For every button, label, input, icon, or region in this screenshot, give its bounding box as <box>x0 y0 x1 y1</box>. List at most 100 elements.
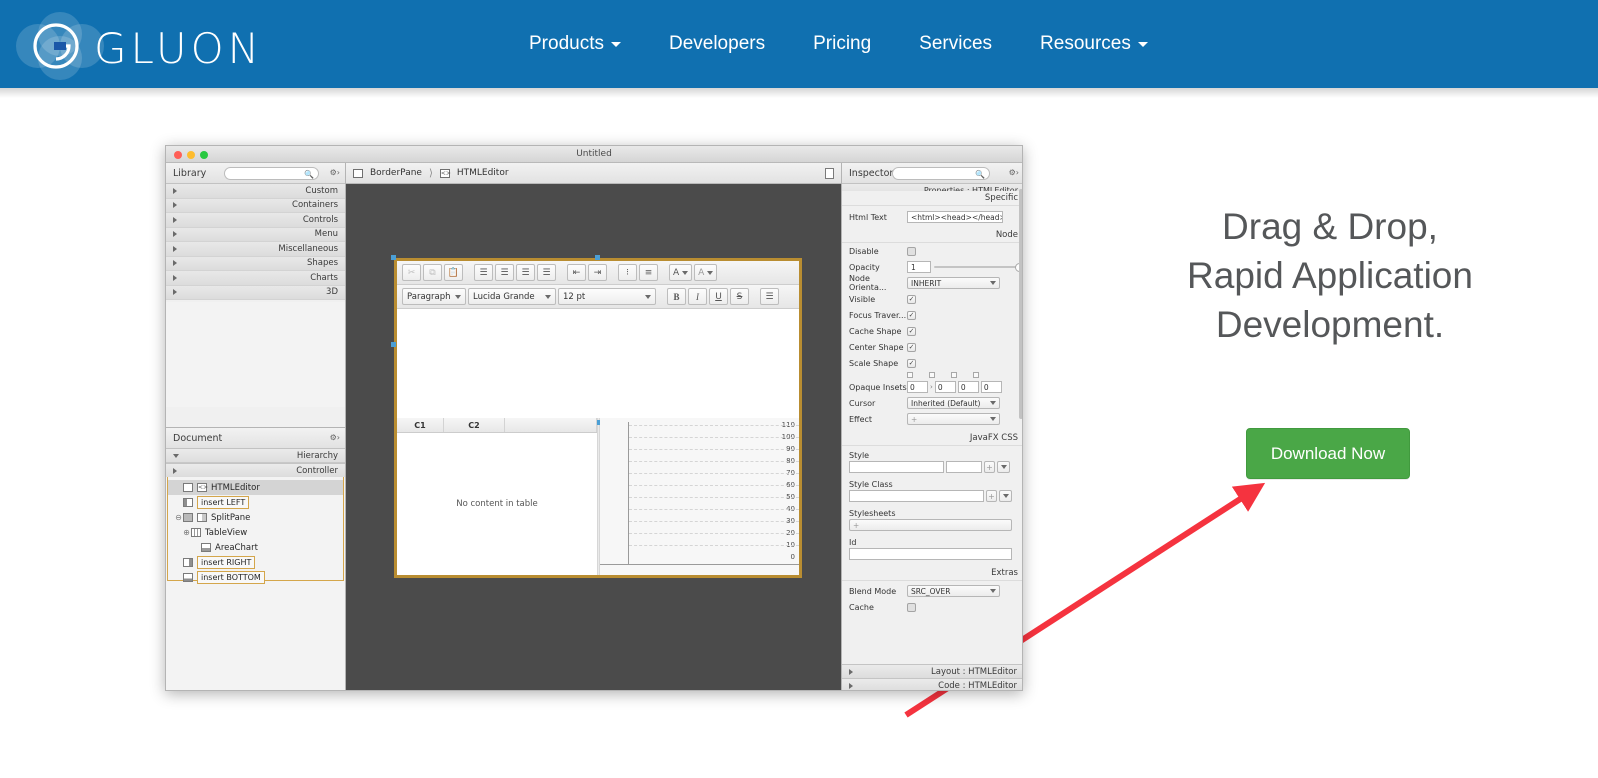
text-color-dropdown[interactable]: A <box>669 264 693 281</box>
tableview-node[interactable]: C1 C2 No content in table <box>397 418 597 575</box>
effect-select[interactable]: + <box>907 413 1000 425</box>
opacity-value[interactable]: 1 <box>907 261 931 273</box>
strikethrough-button[interactable]: S <box>730 288 749 305</box>
disable-checkbox[interactable] <box>907 246 916 256</box>
opaque-insets-right[interactable]: 0 <box>934 381 956 393</box>
borderpane-root-node[interactable]: ✂ ⧉ 📋 ☰ ☰ ☰ ☰ ⇤ ⇥ ⁝ ≡ A A Paragraph Luci… <box>391 255 802 578</box>
nav-item-pricing[interactable]: Pricing <box>789 0 895 88</box>
nav-item-services[interactable]: Services <box>895 0 1016 88</box>
insets-link-icon[interactable] <box>951 372 957 378</box>
tree-item-insert-bottom[interactable]: insert BOTTOM <box>168 570 343 585</box>
font-family-select[interactable]: Lucida Grande <box>468 288 556 305</box>
tree-item-areachart[interactable]: AreaChart <box>168 540 343 555</box>
scrollbar-thumb[interactable] <box>1019 189 1022 419</box>
expand-twisty-icon[interactable]: ⊕ <box>182 528 191 537</box>
cut-icon[interactable]: ✂ <box>402 264 421 281</box>
document-icon[interactable] <box>825 168 834 179</box>
paste-icon[interactable]: 📋 <box>444 264 463 281</box>
gear-icon[interactable]: ⚙› <box>330 168 340 177</box>
bold-button[interactable]: B <box>667 288 686 305</box>
align-right-icon[interactable]: ☰ <box>516 264 535 281</box>
resize-handle-ml[interactable] <box>391 342 396 347</box>
highlight-color-dropdown[interactable]: A <box>694 264 718 281</box>
inspector-scrollbar[interactable] <box>1019 189 1022 659</box>
copy-icon[interactable]: ⧉ <box>423 264 442 281</box>
cache-checkbox[interactable] <box>907 602 916 612</box>
areachart-node[interactable]: 110 100 90 80 70 60 50 40 30 20 10 0 <box>600 418 799 575</box>
htmleditor-node[interactable]: ✂ ⧉ 📋 ☰ ☰ ☰ ☰ ⇤ ⇥ ⁝ ≡ A A Paragraph Luci… <box>397 261 799 418</box>
opaque-insets-top[interactable]: 0 <box>907 381 928 393</box>
cache-shape-checkbox[interactable]: ✓ <box>907 326 916 336</box>
tree-item-splitpane[interactable]: ⊖ SplitPane <box>168 510 343 525</box>
style-dropdown-button[interactable] <box>997 461 1010 473</box>
nav-item-products[interactable]: Products <box>505 0 645 88</box>
table-column-c2[interactable]: C2 <box>444 418 505 432</box>
library-section-shapes[interactable]: Shapes <box>166 256 345 271</box>
opaque-insets-bottom[interactable]: 0 <box>957 381 979 393</box>
insets-link-icon[interactable] <box>973 372 979 378</box>
library-section-custom[interactable]: Custom <box>166 184 345 199</box>
library-section-controls[interactable]: Controls <box>166 213 345 228</box>
gear-icon[interactable]: ⚙› <box>1009 168 1019 177</box>
splitpane-node[interactable]: C1 C2 No content in table 110 100 90 80 … <box>397 418 799 575</box>
inspector-search-input[interactable]: 🔍 <box>892 167 990 180</box>
style-class-dropdown-button[interactable] <box>999 490 1012 502</box>
underline-button[interactable]: U <box>709 288 728 305</box>
align-justify-icon[interactable]: ☰ <box>537 264 556 281</box>
numbered-list-icon[interactable]: ≡ <box>639 264 658 281</box>
table-column-empty[interactable] <box>505 418 597 432</box>
library-section-miscellaneous[interactable]: Miscellaneous <box>166 242 345 257</box>
layout-bar[interactable]: Layout : HTMLEditor <box>842 664 1022 678</box>
library-section-3d[interactable]: 3D <box>166 285 345 300</box>
library-search-input[interactable]: 🔍 <box>224 167 319 180</box>
cursor-select[interactable]: Inherited (Default) <box>907 397 1000 409</box>
tree-item-htmleditor[interactable]: <> HTMLEditor <box>168 480 343 495</box>
resize-handle-tc[interactable] <box>595 255 600 260</box>
paragraph-style-select[interactable]: Paragraph <box>402 288 466 305</box>
visible-checkbox[interactable]: ✓ <box>907 294 916 304</box>
style-value-input[interactable] <box>946 461 982 473</box>
nav-item-developers[interactable]: Developers <box>645 0 789 88</box>
nav-item-resources[interactable]: Resources <box>1016 0 1172 88</box>
style-input[interactable] <box>849 461 944 473</box>
style-class-input[interactable] <box>849 490 984 502</box>
id-input[interactable] <box>849 548 1012 560</box>
library-section-charts[interactable]: Charts <box>166 271 345 286</box>
brand-logo[interactable]: GLUON <box>10 8 270 80</box>
collapse-twisty-icon[interactable]: ⊖ <box>174 513 183 522</box>
design-canvas[interactable]: ✂ ⧉ 📋 ☰ ☰ ☰ ☰ ⇤ ⇥ ⁝ ≡ A A Paragraph Luci… <box>346 184 841 690</box>
download-now-button[interactable]: Download Now <box>1246 428 1410 479</box>
opaque-insets-left[interactable]: 0 <box>980 381 1002 393</box>
italic-button[interactable]: I <box>688 288 707 305</box>
hierarchy-subheader[interactable]: Hierarchy <box>166 449 345 463</box>
table-column-c1[interactable]: C1 <box>397 418 444 432</box>
stylesheets-add-button[interactable]: + <box>849 519 1012 531</box>
outdent-icon[interactable]: ⇤ <box>567 264 586 281</box>
center-shape-checkbox[interactable]: ✓ <box>907 342 916 352</box>
tree-item-insert-right[interactable]: insert RIGHT <box>168 555 343 570</box>
align-extra-icon[interactable]: ☰ <box>760 288 779 305</box>
align-left-icon[interactable]: ☰ <box>474 264 493 281</box>
insets-link-icon[interactable] <box>929 372 935 378</box>
controller-bar[interactable]: Controller <box>166 463 345 477</box>
tree-item-tableview[interactable]: ⊕ TableView <box>168 525 343 540</box>
add-style-button[interactable]: + <box>984 461 995 473</box>
resize-handle-tl[interactable] <box>391 255 396 260</box>
indent-icon[interactable]: ⇥ <box>588 264 607 281</box>
breadcrumb-item-borderpane[interactable]: BorderPane <box>370 168 422 178</box>
bullet-list-icon[interactable]: ⁝ <box>618 264 637 281</box>
scale-shape-checkbox[interactable]: ✓ <box>907 358 916 368</box>
html-text-field[interactable]: <html><head></head><l <box>907 211 1003 223</box>
tree-item-insert-left[interactable]: insert LEFT <box>168 495 343 510</box>
breadcrumb-item-htmleditor[interactable]: HTMLEditor <box>457 168 509 178</box>
code-bar[interactable]: Code : HTMLEditor <box>842 678 1022 690</box>
font-size-select[interactable]: 12 pt <box>558 288 656 305</box>
node-orientation-select[interactable]: INHERIT <box>907 277 1000 289</box>
align-center-icon[interactable]: ☰ <box>495 264 514 281</box>
focus-traversable-checkbox[interactable]: ✓ <box>907 310 916 320</box>
insets-link-icon[interactable] <box>907 372 913 378</box>
gear-icon[interactable]: ⚙› <box>330 433 340 442</box>
library-section-menu[interactable]: Menu <box>166 227 345 242</box>
blend-mode-select[interactable]: SRC_OVER <box>907 585 1000 597</box>
library-section-containers[interactable]: Containers <box>166 198 345 213</box>
